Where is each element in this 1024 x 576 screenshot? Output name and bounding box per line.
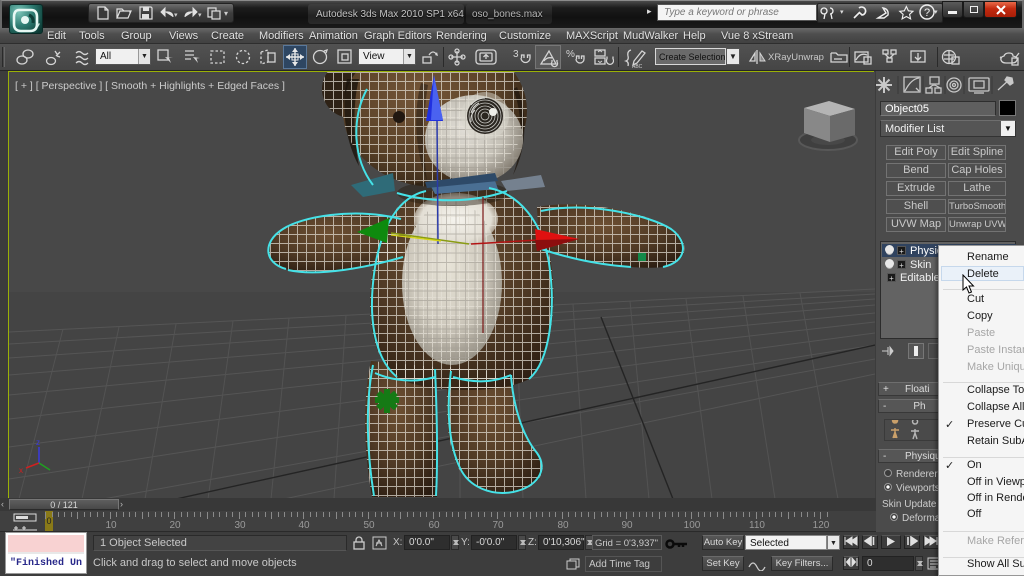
svg-text:x: x bbox=[19, 466, 23, 475]
svg-text:3: 3 bbox=[513, 49, 519, 60]
svg-text:ABC: ABC bbox=[632, 64, 643, 69]
svg-text:%: % bbox=[566, 49, 575, 60]
svg-text:[ + ] [ Perspective ] [ Smooth: [ + ] [ Perspective ] [ Smooth + Highlig… bbox=[15, 80, 285, 92]
svg-text:?: ? bbox=[924, 7, 930, 19]
svg-text:z: z bbox=[36, 438, 40, 447]
